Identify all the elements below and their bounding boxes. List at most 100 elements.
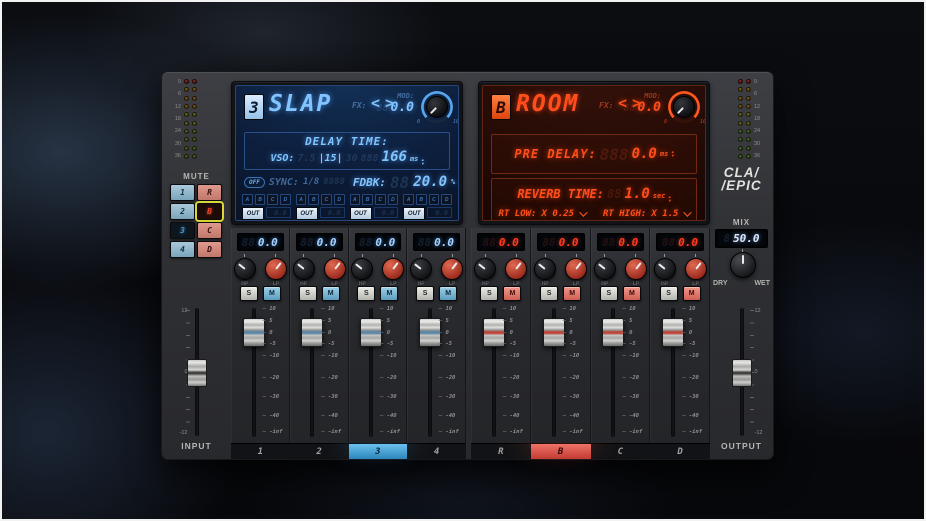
routing-bus-button-D[interactable]: D (334, 194, 345, 205)
routing-bus-button-C[interactable]: C (375, 194, 386, 205)
routing-bus-button-C[interactable]: C (429, 194, 440, 205)
lp-filter-knob[interactable] (565, 258, 587, 280)
hp-filter-knob[interactable] (410, 258, 432, 280)
routing-bus-button-D[interactable]: D (280, 194, 291, 205)
lp-filter-knob[interactable] (685, 258, 707, 280)
mute-select-button-B[interactable]: B (197, 203, 222, 220)
hp-filter-knob[interactable] (474, 258, 496, 280)
mod-value[interactable]: 0.0 (391, 100, 414, 115)
routing-bus-button-B[interactable]: B (416, 194, 427, 205)
routing-bus-button-C[interactable]: C (321, 194, 332, 205)
hp-filter-knob[interactable] (351, 258, 373, 280)
sync-toggle-button[interactable]: OFF (244, 177, 265, 188)
routing-out-value[interactable]: 0.0 (320, 207, 345, 218)
channel-select-2[interactable]: 2 (290, 444, 349, 459)
routing-bus-button-A[interactable]: A (403, 194, 414, 205)
hp-filter-knob[interactable] (234, 258, 256, 280)
channel-gain-display[interactable]: 880.0 (477, 233, 525, 251)
channel-fader-track[interactable] (310, 308, 314, 437)
routing-bus-button-A[interactable]: A (242, 194, 253, 205)
solo-button[interactable]: S (240, 286, 258, 301)
mix-value-display[interactable]: 8 50.0 (715, 229, 768, 248)
routing-out-value[interactable]: 0.0 (374, 207, 399, 218)
output-fader-track[interactable] (740, 308, 744, 436)
dry-wet-knob[interactable] (730, 252, 756, 278)
rt-low-caret-icon[interactable] (579, 208, 587, 216)
channel-select-3[interactable]: 3 (349, 444, 408, 459)
channel-select-B[interactable]: B (531, 444, 591, 459)
channel-fader-track[interactable] (492, 308, 496, 437)
mute-select-button-1[interactable]: 1 (170, 184, 195, 201)
solo-button[interactable]: S (600, 286, 618, 301)
routing-bus-button-B[interactable]: B (255, 194, 266, 205)
channel-fader-track[interactable] (611, 308, 615, 437)
lp-filter-knob[interactable] (324, 258, 346, 280)
channel-select-C[interactable]: C (591, 444, 651, 459)
channel-gain-display[interactable]: 880.0 (597, 233, 645, 251)
channel-gain-display[interactable]: 880.0 (355, 233, 402, 251)
channel-fader-handle[interactable] (602, 318, 624, 347)
hp-filter-knob[interactable] (534, 258, 556, 280)
reverb-time-value[interactable]: 1.0 (624, 186, 649, 202)
routing-out-value[interactable]: 0.0 (427, 207, 452, 218)
hp-filter-knob[interactable] (594, 258, 616, 280)
mute-button[interactable]: M (263, 286, 281, 301)
channel-gain-display[interactable]: 880.0 (537, 233, 585, 251)
rt-low-dropdown[interactable]: X 0.25 (541, 209, 574, 219)
routing-out-button[interactable]: OUT (242, 207, 264, 220)
lp-filter-knob[interactable] (265, 258, 287, 280)
mute-select-button-3[interactable]: 3 (170, 222, 195, 239)
solo-button[interactable]: S (299, 286, 317, 301)
channel-gain-display[interactable]: 880.0 (656, 233, 704, 251)
output-fader-handle[interactable] (732, 359, 752, 387)
hp-filter-knob[interactable] (293, 258, 315, 280)
mod-value[interactable]: 0.0 (638, 100, 661, 115)
vso-slider[interactable]: |15| (318, 153, 342, 164)
channel-fader-handle[interactable] (543, 318, 565, 347)
mute-select-button-2[interactable]: 2 (170, 203, 195, 220)
channel-fader-handle[interactable] (662, 318, 684, 347)
routing-bus-button-B[interactable]: B (362, 194, 373, 205)
routing-bus-button-B[interactable]: B (308, 194, 319, 205)
solo-button[interactable]: S (480, 286, 498, 301)
channel-fader-track[interactable] (369, 308, 373, 437)
channel-fader-track[interactable] (671, 308, 675, 437)
sync-value[interactable]: 1/8 (303, 177, 319, 187)
channel-fader-handle[interactable] (360, 318, 382, 347)
routing-bus-button-C[interactable]: C (267, 194, 278, 205)
pre-delay-value[interactable]: 0.0 (632, 146, 657, 162)
rt-high-caret-icon[interactable] (684, 208, 692, 216)
input-fader-track[interactable] (195, 308, 199, 436)
channel-select-4[interactable]: 4 (407, 444, 466, 459)
mute-button[interactable]: M (322, 286, 340, 301)
channel-fader-handle[interactable] (419, 318, 441, 347)
mute-button[interactable]: M (439, 286, 457, 301)
mute-select-button-D[interactable]: D (197, 241, 222, 258)
mute-select-button-4[interactable]: 4 (170, 241, 195, 258)
mute-button[interactable]: M (503, 286, 521, 301)
hp-filter-knob[interactable] (654, 258, 676, 280)
channel-fader-track[interactable] (428, 308, 432, 437)
solo-button[interactable]: S (357, 286, 375, 301)
solo-button[interactable]: S (660, 286, 678, 301)
routing-out-button[interactable]: OUT (350, 207, 372, 220)
delay-time-value[interactable]: 166 (382, 149, 407, 165)
routing-bus-button-D[interactable]: D (388, 194, 399, 205)
channel-fader-track[interactable] (252, 308, 256, 437)
routing-out-value[interactable]: 0.0 (266, 207, 291, 218)
mute-select-button-C[interactable]: C (197, 222, 222, 239)
mod-knob[interactable]: 0 100 (668, 91, 700, 123)
routing-bus-button-A[interactable]: A (296, 194, 307, 205)
channel-fader-track[interactable] (552, 308, 556, 437)
channel-fader-handle[interactable] (243, 318, 265, 347)
input-fader-handle[interactable] (187, 359, 207, 387)
rt-high-dropdown[interactable]: X 1.5 (651, 209, 678, 219)
mute-select-button-R[interactable]: R (197, 184, 222, 201)
lp-filter-knob[interactable] (505, 258, 527, 280)
routing-bus-button-D[interactable]: D (441, 194, 452, 205)
channel-select-D[interactable]: D (650, 444, 710, 459)
channel-select-1[interactable]: 1 (231, 444, 290, 459)
mute-button[interactable]: M (623, 286, 641, 301)
solo-button[interactable]: S (540, 286, 558, 301)
channel-gain-display[interactable]: 880.0 (296, 233, 343, 251)
